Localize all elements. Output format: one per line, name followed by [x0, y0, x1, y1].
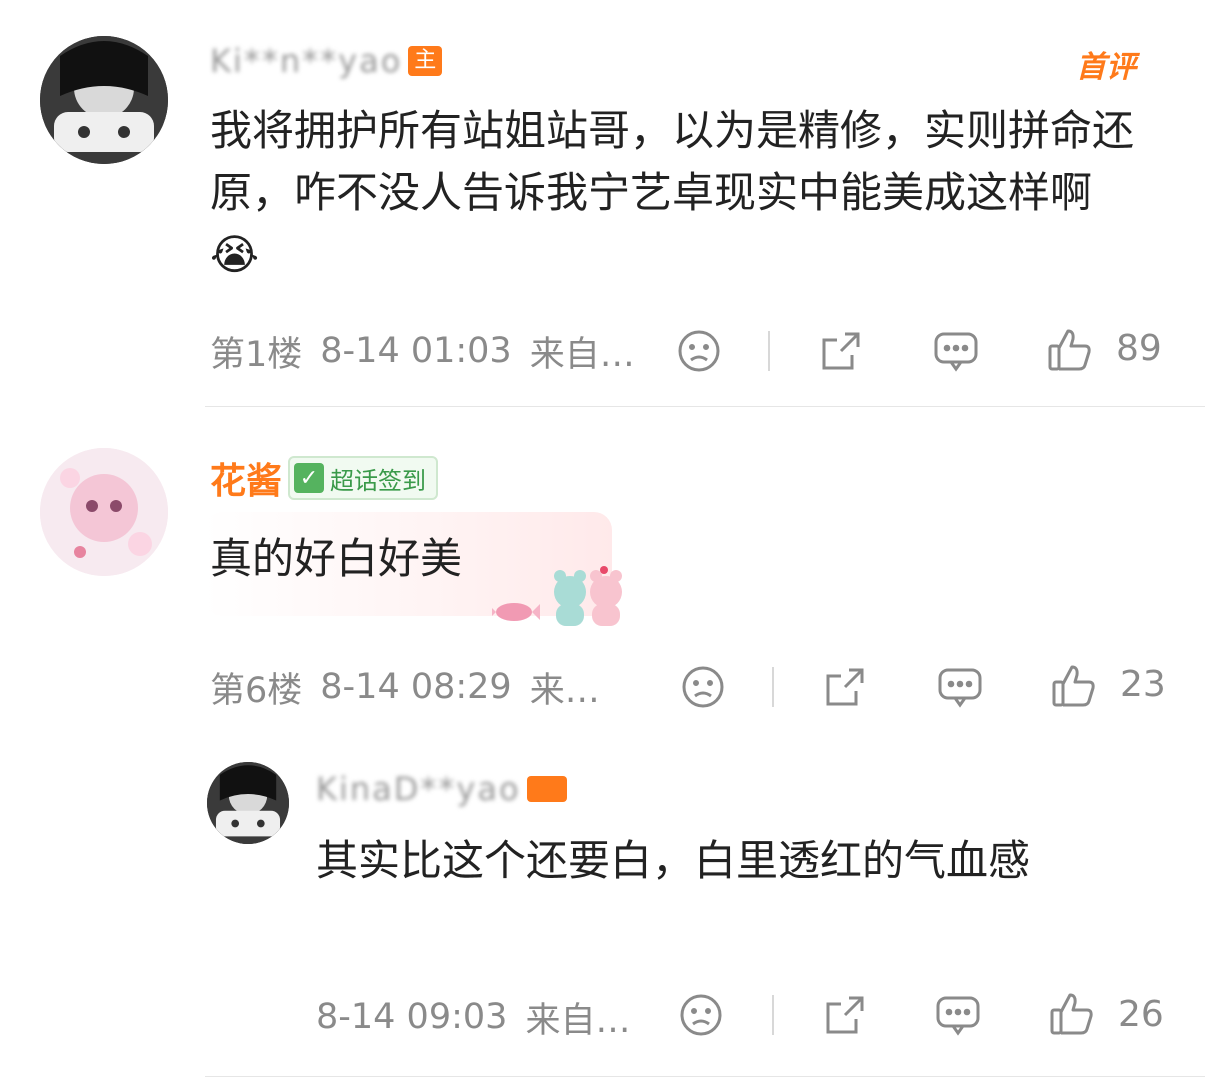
dislike-icon[interactable] — [678, 992, 724, 1038]
username-row: 花酱 ✓ 超话签到 — [210, 452, 439, 504]
comment-icon[interactable] — [934, 992, 982, 1038]
divider — [772, 995, 774, 1035]
comment-text: 我将拥护所有站姐站哥，以为是精修，实则拼命还原，咋不没人告诉我宁艺卓现实中能美成… — [210, 106, 1135, 279]
source-label[interactable]: 来… — [530, 662, 600, 713]
share-icon[interactable] — [818, 328, 864, 374]
avatar[interactable] — [40, 36, 168, 164]
check-icon: ✓ — [294, 463, 325, 493]
comment-icon[interactable] — [936, 664, 984, 710]
reply-text: 其实比这个还要白，白里透红的气血感 — [316, 836, 1031, 885]
author-badge-icon — [526, 776, 567, 802]
comment-meta: 第1楼 8-14 01:03 来自… — [210, 326, 635, 376]
timestamp: 8-14 01:03 — [320, 331, 512, 371]
dislike-icon[interactable] — [680, 664, 726, 710]
username-row: Ki**n**yao 主 — [210, 42, 443, 80]
divider — [772, 667, 774, 707]
bubble-decoration — [488, 562, 642, 636]
username[interactable]: 花酱 — [210, 452, 282, 504]
like-icon[interactable] — [1046, 326, 1094, 374]
avatar[interactable] — [40, 448, 168, 576]
share-icon[interactable] — [822, 992, 868, 1038]
timestamp: 8-14 08:29 — [320, 667, 512, 707]
comment-icon[interactable] — [932, 328, 980, 374]
share-icon[interactable] — [822, 664, 868, 710]
first-comment-tag: 首评 — [1076, 50, 1136, 85]
avatar[interactable] — [207, 762, 289, 844]
like-count: 89 — [1116, 328, 1162, 369]
badge-label: 超话签到 — [330, 466, 427, 495]
floor-number: 第1楼 — [210, 334, 303, 375]
source-label[interactable]: 来自… — [530, 326, 635, 377]
floor-number: 第6楼 — [210, 670, 303, 711]
divider — [768, 331, 770, 371]
comment-meta: 第6楼 8-14 08:29 来… — [210, 662, 600, 712]
like-count: 26 — [1118, 994, 1164, 1035]
username-row: KinaD**yao — [316, 770, 567, 808]
like-icon[interactable] — [1050, 662, 1098, 710]
like-icon[interactable] — [1048, 990, 1096, 1038]
source-label[interactable]: 来自… — [525, 992, 630, 1043]
separator — [205, 406, 1205, 407]
dislike-icon[interactable] — [676, 328, 722, 374]
super-topic-badge: ✓ 超话签到 — [288, 456, 439, 500]
username[interactable]: Ki**n**yao — [210, 42, 402, 80]
separator — [205, 1076, 1205, 1077]
username[interactable]: KinaD**yao — [316, 770, 521, 808]
timestamp: 8-14 09:03 — [316, 997, 508, 1037]
author-badge: 主 — [408, 46, 443, 76]
reply-meta: 8-14 09:03 来自… — [316, 992, 630, 1042]
comment-text: 真的好白好美 — [210, 534, 463, 583]
like-count: 23 — [1120, 664, 1166, 705]
